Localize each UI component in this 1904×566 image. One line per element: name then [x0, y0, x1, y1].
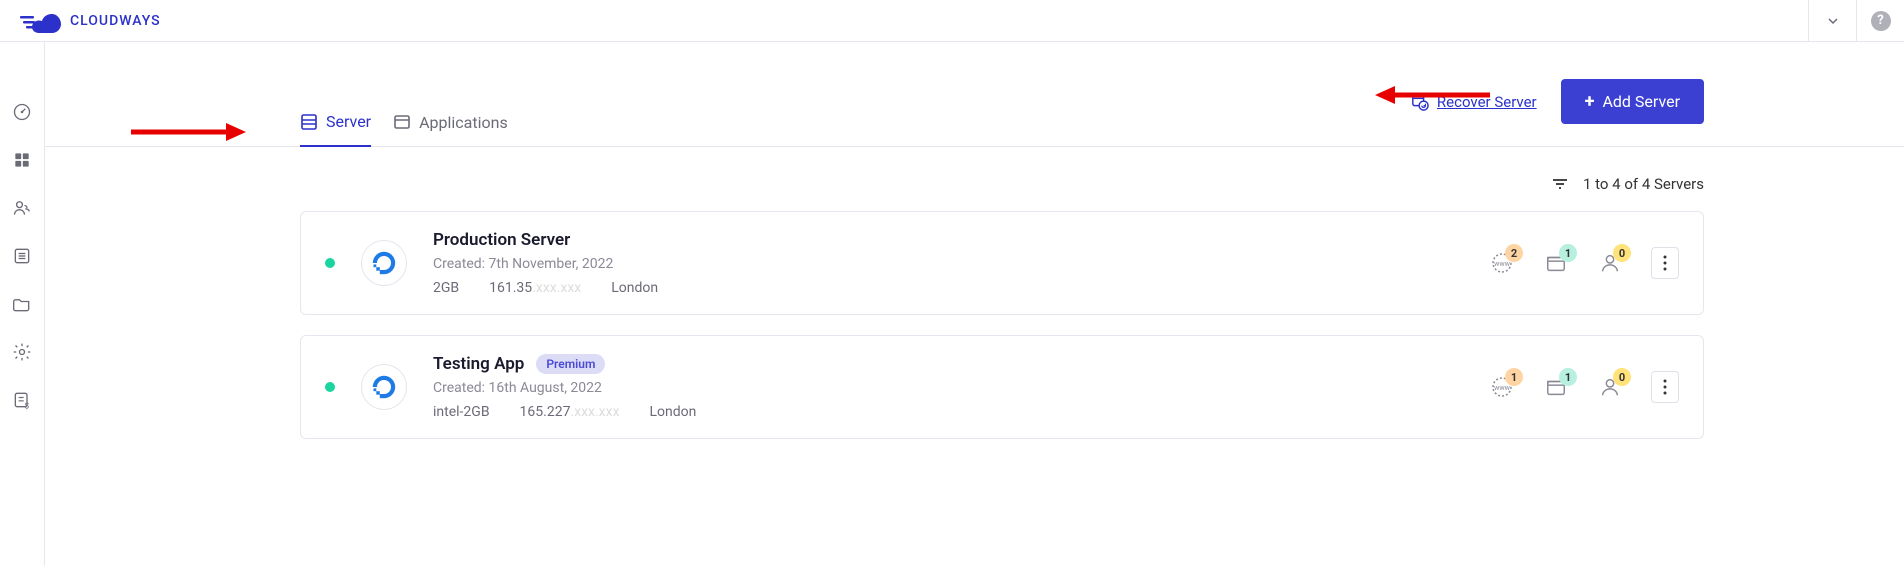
- tab-applications[interactable]: Applications: [393, 112, 508, 146]
- server-size: 2GB: [433, 280, 459, 296]
- recover-icon: [1411, 93, 1429, 111]
- tabs: Server Applications: [300, 112, 508, 146]
- server-icon: [300, 113, 318, 131]
- tab-server[interactable]: Server: [300, 112, 371, 147]
- folder-icon[interactable]: [12, 294, 32, 314]
- domains-stat[interactable]: www 2: [1489, 250, 1515, 276]
- list-icon[interactable]: [12, 246, 32, 266]
- billing-icon[interactable]: $: [12, 390, 32, 410]
- server-ip: 161.35.xxx.xxx: [489, 280, 581, 296]
- svg-text:www: www: [1494, 260, 1511, 268]
- brand-name: CLOUDWAYS: [70, 13, 161, 29]
- brand-logo[interactable]: CLOUDWAYS: [18, 8, 161, 34]
- left-rail: $: [0, 42, 45, 566]
- filter-icon[interactable]: [1551, 175, 1569, 193]
- server-name: Testing App: [433, 354, 524, 374]
- window-icon: [393, 113, 411, 131]
- server-menu-button[interactable]: [1651, 371, 1679, 403]
- kebab-icon: [1663, 379, 1667, 395]
- add-server-button[interactable]: + Add Server: [1561, 79, 1704, 124]
- server-count-text: 1 to 4 of 4 Servers: [1583, 175, 1704, 193]
- tab-applications-label: Applications: [419, 113, 508, 132]
- server-ip: 165.227.xxx.xxx: [520, 404, 620, 420]
- users-stat[interactable]: 0: [1597, 374, 1623, 400]
- top-bar: CLOUDWAYS ?: [0, 0, 1904, 42]
- server-card[interactable]: Production Server Created: 7th November,…: [300, 211, 1704, 315]
- server-created: Created: 16th August, 2022: [433, 380, 1463, 396]
- apps-stat[interactable]: 1: [1543, 374, 1569, 400]
- apps-stat[interactable]: 1: [1543, 250, 1569, 276]
- help-icon: ?: [1871, 11, 1891, 31]
- gear-icon[interactable]: [12, 342, 32, 362]
- server-size: intel-2GB: [433, 404, 490, 420]
- chevron-down-icon: [1826, 14, 1840, 28]
- server-list: Production Server Created: 7th November,…: [45, 211, 1904, 439]
- server-location: London: [611, 280, 658, 296]
- kebab-icon: [1663, 255, 1667, 271]
- server-name: Production Server: [433, 230, 570, 250]
- help-button[interactable]: ?: [1856, 0, 1904, 42]
- main-content: Server Applications Recover Server + Add…: [45, 42, 1904, 439]
- domains-stat[interactable]: www 1: [1489, 374, 1515, 400]
- page-header: Server Applications Recover Server + Add…: [45, 42, 1904, 147]
- team-icon[interactable]: [12, 198, 32, 218]
- status-dot-running: [325, 258, 335, 268]
- server-created: Created: 7th November, 2022: [433, 256, 1463, 272]
- gauge-icon[interactable]: [12, 102, 32, 122]
- server-menu-button[interactable]: [1651, 247, 1679, 279]
- svg-text:$: $: [25, 400, 30, 410]
- premium-badge: Premium: [536, 354, 605, 374]
- account-dropdown[interactable]: [1808, 0, 1856, 42]
- digitalocean-icon: [370, 373, 398, 401]
- svg-text:www: www: [1494, 384, 1511, 392]
- digitalocean-icon: [370, 249, 398, 277]
- recover-server-link[interactable]: Recover Server: [1411, 93, 1537, 111]
- cloud-icon: [18, 8, 64, 34]
- filter-row: 1 to 4 of 4 Servers: [45, 147, 1904, 211]
- provider-logo: [361, 364, 407, 410]
- tab-server-label: Server: [326, 112, 371, 131]
- status-dot-running: [325, 382, 335, 392]
- grid-icon[interactable]: [12, 150, 32, 170]
- provider-logo: [361, 240, 407, 286]
- plus-icon: +: [1585, 91, 1595, 112]
- users-stat[interactable]: 0: [1597, 250, 1623, 276]
- server-card[interactable]: Testing App Premium Created: 16th August…: [300, 335, 1704, 439]
- server-location: London: [650, 404, 697, 420]
